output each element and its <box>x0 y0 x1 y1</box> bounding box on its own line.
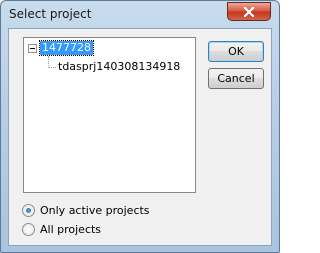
dialog-title: Select project <box>9 7 92 21</box>
radio-label-only-active: Only active projects <box>40 204 150 217</box>
tree-collapse-icon[interactable] <box>28 44 37 53</box>
select-project-dialog: Select project 1477728 tdasprj1403081349… <box>0 0 280 253</box>
tree-connector-horizontal <box>48 67 56 68</box>
title-bar[interactable]: Select project <box>1 1 279 27</box>
radio-label-all: All projects <box>40 223 102 236</box>
cancel-button[interactable]: Cancel <box>208 68 264 89</box>
radio-button-unchecked[interactable] <box>22 223 35 236</box>
project-tree[interactable]: 1477728 tdasprj140308134918 <box>23 37 196 193</box>
tree-node-child[interactable]: tdasprj140308134918 <box>58 60 180 74</box>
radio-button-checked[interactable] <box>22 204 35 217</box>
close-icon <box>243 6 255 17</box>
tree-node-root[interactable]: 1477728 <box>39 40 94 56</box>
close-button[interactable] <box>227 2 271 21</box>
radio-only-active-projects[interactable]: Only active projects <box>22 204 150 217</box>
dialog-body: 1477728 tdasprj140308134918 OK Cancel On… <box>8 28 272 246</box>
ok-button[interactable]: OK <box>208 41 264 62</box>
radio-all-projects[interactable]: All projects <box>22 223 101 236</box>
